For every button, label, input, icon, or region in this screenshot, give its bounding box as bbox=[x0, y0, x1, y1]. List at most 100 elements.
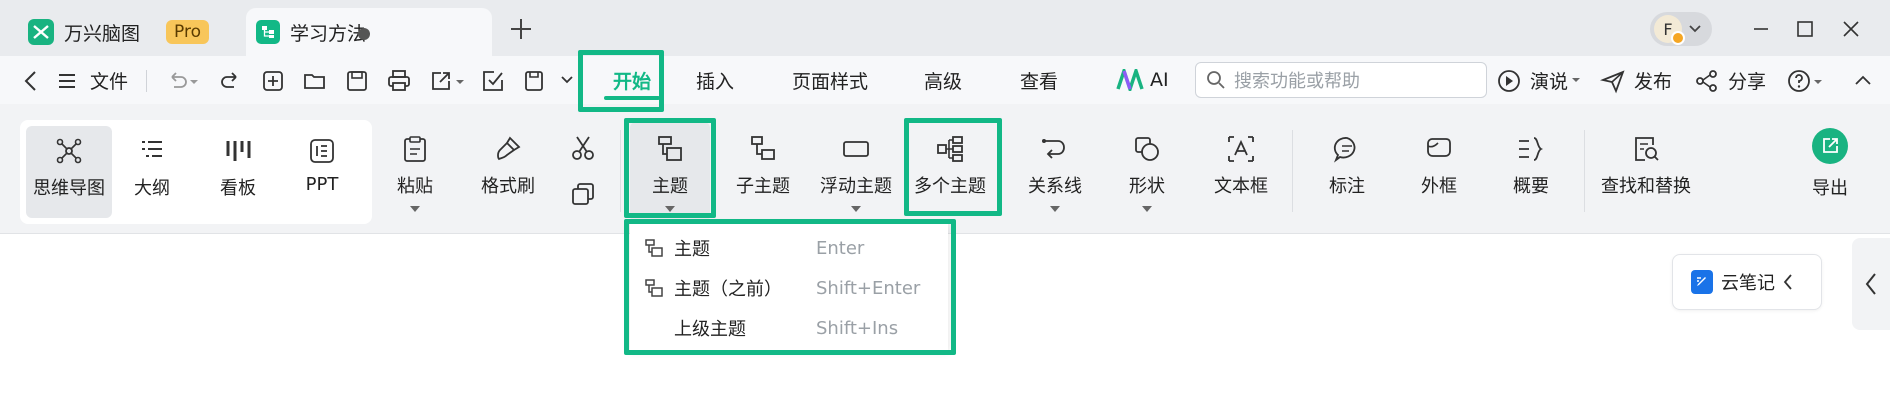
undo-dropdown-icon[interactable] bbox=[188, 68, 200, 94]
export-share-icon[interactable] bbox=[428, 68, 454, 94]
paste-button[interactable]: 粘贴 bbox=[394, 134, 436, 212]
topic-label: 主题 bbox=[652, 176, 688, 197]
view-board-button[interactable]: 看板 bbox=[202, 136, 274, 200]
cloud-note-icon bbox=[1691, 270, 1713, 294]
tab-ai[interactable]: AI bbox=[1116, 56, 1169, 104]
tab-view[interactable]: 查看 bbox=[1020, 56, 1058, 104]
collapse-ribbon-icon[interactable] bbox=[1850, 68, 1876, 94]
copy-button[interactable] bbox=[568, 180, 598, 208]
menu-item-label: 主题（之前） bbox=[674, 279, 782, 300]
format-painter-button[interactable]: 格式刷 bbox=[478, 134, 538, 198]
tab-insert[interactable]: 插入 bbox=[696, 56, 734, 104]
save-icon[interactable] bbox=[344, 68, 370, 94]
cloud-note-label: 云笔记 bbox=[1721, 273, 1775, 294]
tab-page-style[interactable]: 页面样式 bbox=[792, 56, 868, 104]
unsaved-dot-icon[interactable] bbox=[358, 28, 370, 40]
new-file-icon[interactable] bbox=[260, 68, 286, 94]
pro-badge[interactable]: Pro bbox=[166, 20, 209, 44]
file-menu[interactable]: 文件 bbox=[90, 56, 128, 104]
topic-dropdown-menu: 主题 Enter 主题（之前） Shift+Enter 上级主题 Shift+I… bbox=[630, 224, 948, 350]
textbox-button[interactable]: 文本框 bbox=[1206, 134, 1276, 198]
present-button[interactable]: 演说 bbox=[1530, 56, 1582, 104]
view-ppt-button[interactable]: PPT bbox=[286, 136, 358, 195]
maximize-icon[interactable] bbox=[1790, 14, 1820, 44]
floating-topic-dropdown-icon[interactable] bbox=[851, 206, 861, 212]
multiple-topics-icon bbox=[937, 136, 963, 162]
account-menu[interactable]: F bbox=[1650, 12, 1712, 46]
view-outline-button[interactable]: 大纲 bbox=[116, 136, 188, 200]
shape-dropdown-icon[interactable] bbox=[1142, 206, 1152, 212]
cloud-note-button[interactable]: 云笔记 bbox=[1672, 254, 1822, 310]
share-button[interactable]: 分享 bbox=[1728, 56, 1766, 104]
find-replace-label: 查找和替换 bbox=[1601, 176, 1691, 197]
publish-button[interactable]: 发布 bbox=[1634, 56, 1672, 104]
callout-button[interactable]: 标注 bbox=[1322, 134, 1372, 198]
multiple-topics-button[interactable]: 多个主题 bbox=[914, 134, 986, 198]
boundary-label: 外框 bbox=[1421, 176, 1457, 197]
checklist-icon[interactable] bbox=[480, 68, 506, 94]
active-tab-underline bbox=[604, 96, 660, 100]
topic-dropdown-icon[interactable] bbox=[665, 206, 675, 212]
tab-start-label: 开始 bbox=[612, 70, 651, 93]
export-button[interactable]: 导出 bbox=[1808, 128, 1852, 200]
menu-item-parent-topic[interactable]: 上级主题 Shift+Ins bbox=[630, 308, 948, 348]
document-icon bbox=[256, 20, 280, 44]
undo-icon[interactable] bbox=[164, 68, 190, 94]
publish-icon[interactable] bbox=[1599, 68, 1626, 94]
find-replace-button[interactable]: 查找和替换 bbox=[1601, 134, 1691, 198]
present-play-icon[interactable] bbox=[1496, 68, 1522, 94]
print-icon[interactable] bbox=[386, 68, 412, 94]
tab-document[interactable]: 学习方法 bbox=[246, 8, 492, 56]
share-icon[interactable] bbox=[1694, 68, 1720, 94]
format-painter-label: 格式刷 bbox=[481, 176, 535, 197]
menu-item-topic[interactable]: 主题 Enter bbox=[630, 228, 948, 268]
tab-home[interactable]: 万兴脑图 Pro bbox=[12, 8, 240, 56]
back-icon[interactable] bbox=[18, 68, 44, 94]
brush-icon bbox=[497, 136, 521, 161]
relationship-button[interactable]: 关系线 bbox=[1020, 134, 1090, 212]
new-tab-plus-icon[interactable] bbox=[506, 14, 536, 44]
help-dropdown-icon[interactable] bbox=[1812, 68, 1824, 94]
summary-button[interactable]: 概要 bbox=[1506, 134, 1556, 198]
view-ppt-label: PPT bbox=[305, 174, 339, 195]
close-window-icon[interactable] bbox=[1836, 14, 1866, 44]
minimize-icon[interactable] bbox=[1746, 14, 1776, 44]
side-panel-toggle[interactable] bbox=[1852, 238, 1890, 330]
export-icon bbox=[1812, 128, 1848, 164]
mindmap-view-icon bbox=[56, 138, 82, 164]
menu-item-topic-before[interactable]: 主题（之前） Shift+Enter bbox=[630, 268, 948, 308]
chevron-left-icon bbox=[1783, 274, 1792, 290]
redo-icon[interactable] bbox=[218, 68, 244, 94]
relationship-dropdown-icon[interactable] bbox=[1050, 206, 1060, 212]
search-input[interactable]: 搜索功能或帮助 bbox=[1195, 62, 1487, 98]
floating-topic-icon bbox=[843, 141, 869, 157]
menu-item-label: 主题 bbox=[674, 239, 710, 260]
more-chevron-icon[interactable] bbox=[558, 68, 576, 94]
floating-topic-button[interactable]: 浮动主题 bbox=[820, 134, 892, 212]
cut-button[interactable] bbox=[568, 134, 598, 162]
title-bar: 万兴脑图 Pro 学习方法 F bbox=[0, 0, 1890, 56]
hamburger-menu-icon[interactable] bbox=[54, 68, 80, 94]
divider bbox=[1292, 130, 1293, 212]
subtopic-label: 子主题 bbox=[736, 176, 790, 197]
view-mindmap-label: 思维导图 bbox=[33, 178, 105, 199]
relationship-label: 关系线 bbox=[1028, 176, 1082, 197]
shape-icon bbox=[1135, 137, 1159, 161]
paste-dropdown-icon[interactable] bbox=[410, 206, 420, 212]
help-icon[interactable] bbox=[1786, 68, 1812, 94]
divider bbox=[620, 130, 621, 212]
open-folder-icon[interactable] bbox=[302, 68, 328, 94]
topic-button[interactable]: 主题 bbox=[630, 122, 710, 222]
export-dropdown-icon[interactable] bbox=[454, 68, 466, 94]
shape-button[interactable]: 形状 bbox=[1122, 134, 1172, 212]
save-as-icon[interactable] bbox=[522, 68, 548, 94]
shape-label: 形状 bbox=[1129, 176, 1165, 197]
boundary-button[interactable]: 外框 bbox=[1414, 134, 1464, 198]
relationship-line-icon bbox=[1042, 139, 1065, 159]
subtopic-button[interactable]: 子主题 bbox=[728, 134, 798, 198]
avatar[interactable]: F bbox=[1654, 15, 1685, 45]
view-mindmap-button[interactable]: 思维导图 bbox=[26, 126, 112, 218]
app-logo-icon bbox=[28, 19, 54, 45]
menu-bar: 文件 开始 插入 页面样式 高级 查看 AI 搜索功能或帮助 演说 发布 分享 bbox=[0, 56, 1890, 104]
tab-advanced[interactable]: 高级 bbox=[924, 56, 962, 104]
